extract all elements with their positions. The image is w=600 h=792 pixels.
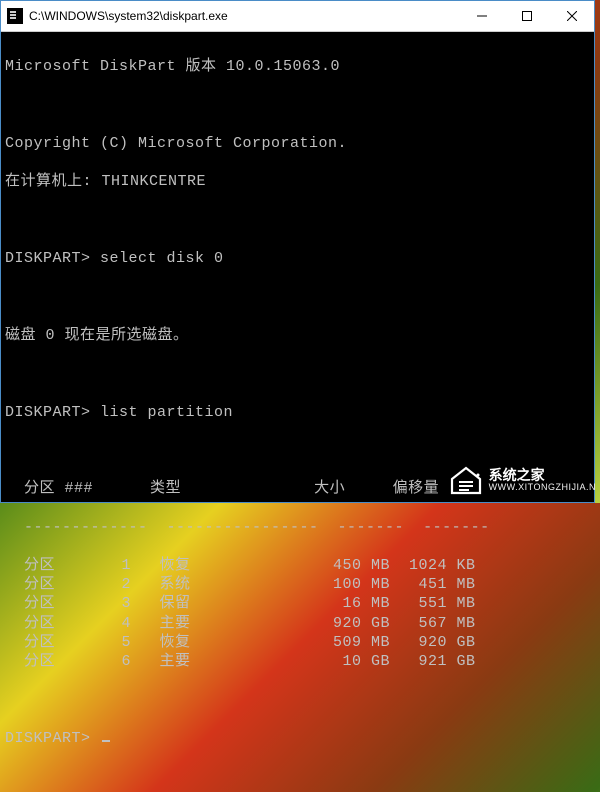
prompt: DISKPART> <box>5 730 91 747</box>
console-window: C:\WINDOWS\system32\diskpart.exe Microso… <box>0 0 595 503</box>
col-type: 类型 <box>150 480 181 497</box>
table-row: 分区 3 保留 16 MB 551 MB <box>5 594 590 613</box>
computer-line: 在计算机上: THINKCENTRE <box>5 172 590 191</box>
table-row: 分区 5 恢复 509 MB 920 GB <box>5 633 590 652</box>
prompt-line-3: DISKPART> <box>5 729 590 748</box>
command-text: list partition <box>100 404 233 421</box>
house-icon <box>449 465 483 495</box>
table-row: 分区 1 恢复 450 MB 1024 KB <box>5 556 590 575</box>
blank-line <box>5 211 590 230</box>
blank-line <box>5 364 590 383</box>
command-text: select disk 0 <box>100 250 224 267</box>
app-icon <box>7 8 23 24</box>
col-offset: 偏移量 <box>393 480 440 497</box>
blank-line <box>5 96 590 115</box>
col-partition: 分区 ### <box>24 480 93 497</box>
blank-line <box>5 690 590 709</box>
prompt: DISKPART> <box>5 250 91 267</box>
blank-line <box>5 441 590 460</box>
banner-line: Microsoft DiskPart 版本 10.0.15063.0 <box>5 57 590 76</box>
cursor <box>102 740 110 742</box>
table-row: 分区 4 主要 920 GB 567 MB <box>5 614 590 633</box>
prompt: DISKPART> <box>5 404 91 421</box>
terminal-output[interactable]: Microsoft DiskPart 版本 10.0.15063.0 Copyr… <box>1 32 594 792</box>
copyright-line: Copyright (C) Microsoft Corporation. <box>5 134 590 153</box>
prompt-line-2: DISKPART> list partition <box>5 403 590 422</box>
maximize-icon <box>522 11 532 21</box>
col-size: 大小 <box>314 480 345 497</box>
table-rows: 分区 1 恢复 450 MB 1024 KB 分区 2 系统 100 MB 45… <box>5 556 590 671</box>
prompt-line-1: DISKPART> select disk 0 <box>5 249 590 268</box>
watermark: 系统之家 WWW.XITONGZHIJIA.N <box>449 465 596 495</box>
titlebar[interactable]: C:\WINDOWS\system32\diskpart.exe <box>1 1 594 32</box>
minimize-button[interactable] <box>459 1 504 31</box>
close-icon <box>567 11 577 21</box>
close-button[interactable] <box>549 1 594 31</box>
window-controls <box>459 1 594 31</box>
table-separator: ------------- ---------------- ------- -… <box>5 518 590 537</box>
watermark-title: 系统之家 <box>489 468 596 482</box>
blank-line <box>5 287 590 306</box>
watermark-url: WWW.XITONGZHIJIA.N <box>489 482 596 492</box>
minimize-icon <box>477 11 487 21</box>
maximize-button[interactable] <box>504 1 549 31</box>
window-title: C:\WINDOWS\system32\diskpart.exe <box>29 9 459 23</box>
table-row: 分区 6 主要 10 GB 921 GB <box>5 652 590 671</box>
result-line: 磁盘 0 现在是所选磁盘。 <box>5 326 590 345</box>
watermark-text-block: 系统之家 WWW.XITONGZHIJIA.N <box>489 468 596 492</box>
table-row: 分区 2 系统 100 MB 451 MB <box>5 575 590 594</box>
